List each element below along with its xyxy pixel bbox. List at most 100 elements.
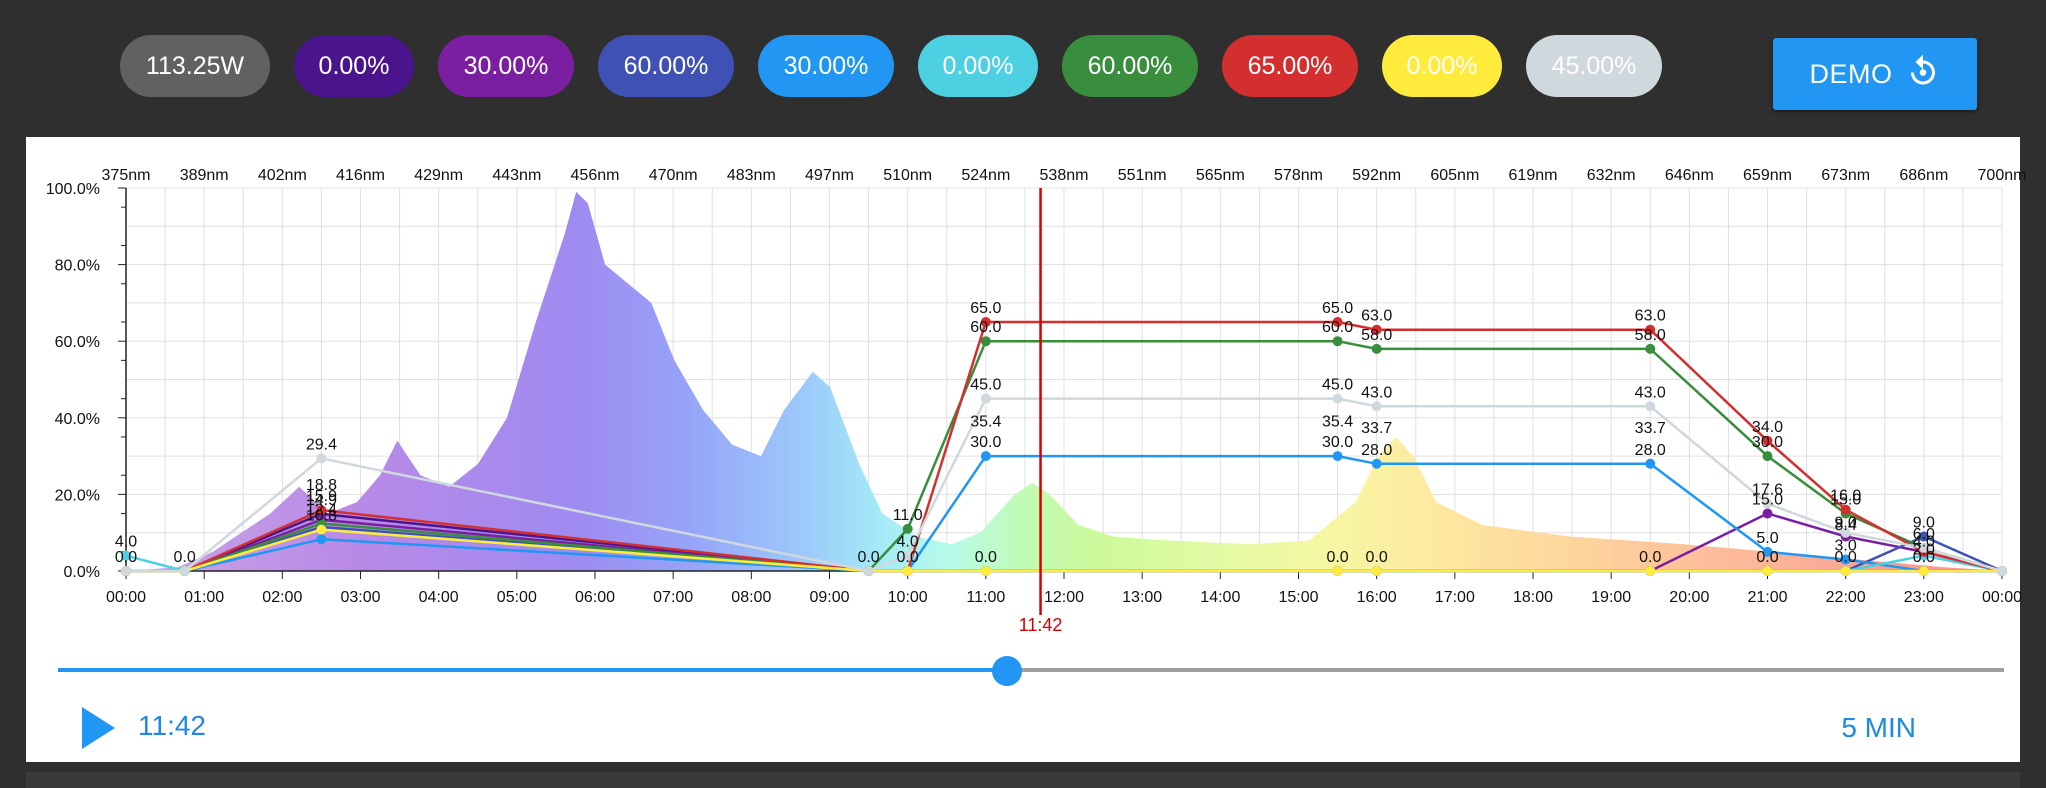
data-label: 0.0 — [1639, 549, 1661, 566]
data-label: 15.0 — [1830, 492, 1861, 509]
x-tick-label: 01:00 — [184, 589, 224, 606]
series-point — [1840, 566, 1851, 576]
wavelength-tick-label: 429nm — [414, 167, 463, 184]
x-tick-label: 04:00 — [419, 589, 459, 606]
data-label: 29.4 — [306, 436, 337, 453]
x-tick-label: 11:00 — [966, 589, 1005, 606]
x-tick-label: 00:00 — [106, 589, 146, 606]
series-point — [902, 523, 913, 534]
series-point — [902, 566, 913, 576]
x-tick-label: 20:00 — [1669, 589, 1709, 606]
x-tick-label: 19:00 — [1591, 589, 1631, 606]
data-label: 58.0 — [1635, 327, 1666, 344]
wavelength-tick-label: 632nm — [1587, 167, 1636, 184]
data-label: 63.0 — [1361, 308, 1392, 325]
wavelength-tick-label: 673nm — [1821, 167, 1870, 184]
x-tick-label: 10:00 — [888, 589, 928, 606]
x-tick-label: 12:00 — [1044, 589, 1084, 606]
slider-track — [1006, 668, 2004, 672]
wavelength-tick-label: 497nm — [805, 167, 854, 184]
wavelength-tick-label: 646nm — [1665, 167, 1714, 184]
series-point — [1332, 336, 1343, 347]
x-tick-label: 07:00 — [653, 589, 693, 606]
data-label: 35.4 — [970, 413, 1001, 430]
data-label: 60.0 — [1322, 319, 1353, 336]
data-label: 30.0 — [1322, 434, 1353, 451]
x-tick-label: 08:00 — [731, 589, 771, 606]
series-point — [1918, 566, 1929, 576]
series-point — [1645, 458, 1656, 469]
x-tick-label: 13:00 — [1122, 589, 1162, 606]
wavelength-tick-label: 538nm — [1040, 167, 1089, 184]
speed-button[interactable]: 5 MIN — [1841, 712, 1916, 744]
data-label: 45.0 — [1322, 377, 1353, 394]
current-time-label: 11:42 — [1019, 615, 1063, 635]
x-tick-label: 03:00 — [340, 589, 380, 606]
series-point — [1371, 343, 1382, 354]
data-label: 58.0 — [1361, 327, 1392, 344]
x-tick-label: 00:00 — [1982, 589, 2022, 606]
data-label: 65.0 — [1322, 300, 1353, 317]
series-point — [121, 566, 131, 576]
x-tick-label: 22:00 — [1826, 589, 1866, 606]
series-point — [1371, 401, 1382, 412]
series-point — [980, 336, 991, 347]
data-label: 43.0 — [1635, 384, 1666, 401]
y-tick-label: 40.0% — [55, 411, 100, 428]
y-tick-label: 100.0% — [46, 181, 100, 198]
x-tick-label: 16:00 — [1357, 589, 1397, 606]
series-point — [1645, 566, 1656, 576]
slider-thumb[interactable] — [991, 656, 1022, 686]
data-label: 0.0 — [1326, 549, 1348, 566]
series-point — [1762, 508, 1773, 519]
y-tick-label: 20.0% — [55, 487, 100, 504]
data-label: 8.4 — [1835, 517, 1857, 534]
x-tick-label: 23:00 — [1904, 589, 1944, 606]
series-point — [980, 393, 991, 404]
x-tick-label: 05:00 — [497, 589, 537, 606]
data-label: 35.4 — [1322, 413, 1353, 430]
data-label: 0.0 — [1835, 549, 1857, 566]
series-point — [1997, 566, 2007, 576]
timeline-slider[interactable] — [58, 655, 2004, 686]
x-tick-label: 06:00 — [575, 589, 615, 606]
series-point — [1371, 566, 1382, 576]
data-label: 0.0 — [1756, 549, 1778, 566]
wavelength-tick-label: 470nm — [649, 167, 698, 184]
data-label: 30.0 — [1752, 434, 1783, 451]
wavelength-tick-label: 578nm — [1274, 167, 1323, 184]
series-point — [1332, 566, 1343, 576]
series-point — [316, 453, 327, 464]
wavelength-tick-label: 592nm — [1352, 167, 1401, 184]
series-point — [980, 451, 991, 462]
wavelength-tick-label: 510nm — [883, 167, 932, 184]
wavelength-tick-label: 456nm — [571, 167, 620, 184]
x-tick-label: 17:00 — [1435, 589, 1475, 606]
data-label: 33.7 — [1635, 420, 1666, 437]
data-label: 5.0 — [1756, 530, 1778, 547]
series-point — [1762, 451, 1773, 462]
data-label: 33.7 — [1361, 420, 1392, 437]
play-icon[interactable] — [82, 707, 115, 749]
wavelength-tick-label: 565nm — [1196, 167, 1245, 184]
wavelength-tick-label: 551nm — [1118, 167, 1167, 184]
data-label: 63.0 — [1635, 308, 1666, 325]
playback-time: 11:42 — [138, 710, 206, 741]
data-label: 0.0 — [975, 549, 997, 566]
data-label: 0.0 — [115, 549, 137, 566]
y-tick-label: 0.0% — [64, 564, 100, 581]
data-label: 11.0 — [893, 507, 923, 524]
wavelength-tick-label: 375nm — [102, 167, 151, 184]
slider-track-filled — [58, 668, 1007, 672]
data-label: 45.0 — [970, 377, 1001, 394]
x-tick-label: 21:00 — [1747, 589, 1787, 606]
series-point — [1371, 458, 1382, 469]
data-label: 0.0 — [1366, 549, 1388, 566]
wavelength-tick-label: 659nm — [1743, 167, 1792, 184]
wavelength-tick-label: 389nm — [180, 167, 229, 184]
data-label: 28.0 — [1361, 442, 1392, 459]
data-label: 0.0 — [1913, 549, 1935, 566]
wavelength-tick-label: 686nm — [1899, 167, 1948, 184]
data-label: 0.0 — [174, 549, 196, 566]
series-point — [1645, 401, 1656, 412]
